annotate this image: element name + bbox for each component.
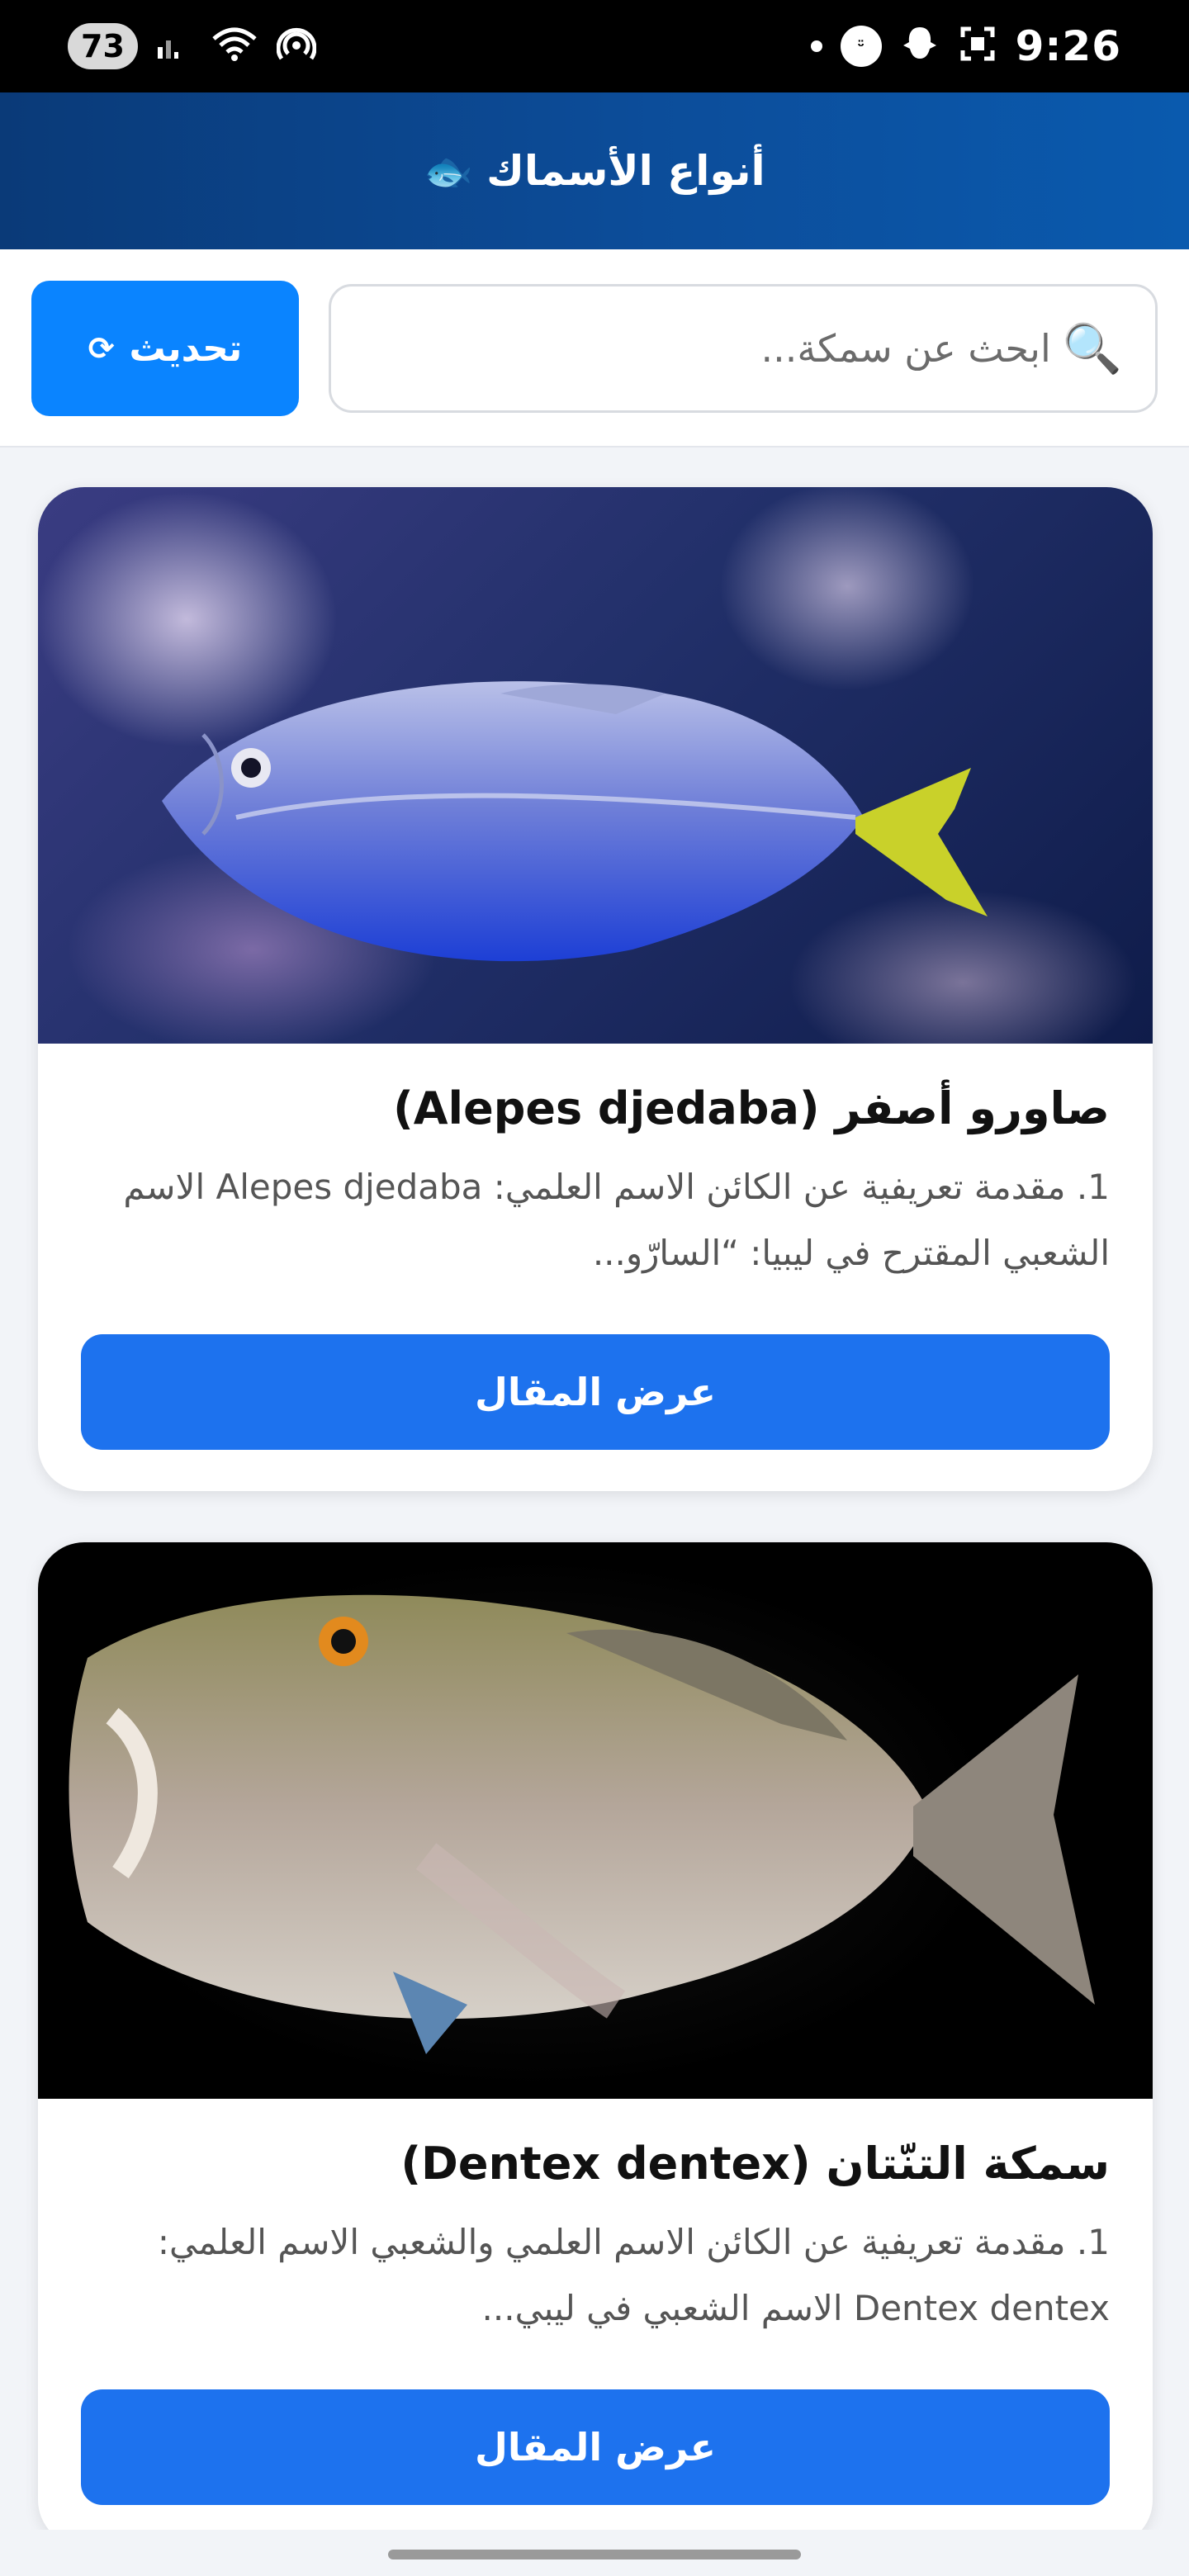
card-title: سمكة التنّتان (Dentex dentex)	[400, 2138, 1110, 2190]
page-title: أنواع الأسماك	[486, 147, 765, 195]
search-box[interactable]: 🔍	[329, 284, 1158, 413]
status-bar-left: 73	[68, 23, 317, 69]
home-gesture-handle[interactable]	[388, 2550, 801, 2559]
blue-yellowtail-fish-illustration	[162, 681, 988, 962]
dentex-fish-illustration	[69, 1594, 1095, 2054]
refresh-label: تحديث	[129, 327, 243, 370]
gesture-nav-bar	[0, 2530, 1189, 2576]
notification-dot	[810, 40, 822, 52]
snapchat-icon	[900, 24, 940, 69]
search-icon: 🔍	[1062, 320, 1122, 376]
card-excerpt: 1. مقدمة تعريفية عن الكائن الاسم العلمي:…	[123, 1167, 1110, 1273]
app-badge-icon: ᵕ̈	[840, 26, 882, 67]
search-toolbar: تحديث ⟳ 🔍	[0, 249, 1189, 447]
card-body: سمكة التنّتان (Dentex dentex) 1. مقدمة ت…	[38, 2099, 1153, 2342]
wifi-icon	[211, 26, 258, 68]
app-header: أنواع الأسماك 🐟	[0, 92, 1189, 249]
battery-indicator: 73	[68, 23, 138, 69]
fish-image	[38, 1542, 1153, 2099]
fish-card: صاورو أصفر (Alepes djedaba) 1. مقدمة تعر…	[38, 487, 1153, 1491]
clock: 9:26	[1015, 22, 1121, 70]
fish-card: سمكة التنّتان (Dentex dentex) 1. مقدمة ت…	[38, 1542, 1153, 2546]
signal-icon	[156, 27, 192, 66]
refresh-button[interactable]: تحديث ⟳	[31, 281, 299, 416]
hotspot-icon	[276, 24, 317, 69]
card-body: صاورو أصفر (Alepes djedaba) 1. مقدمة تعر…	[38, 1044, 1153, 1286]
status-bar-right: ᵕ̈ 9:26	[810, 22, 1121, 70]
fish-image	[38, 487, 1153, 1044]
view-article-button[interactable]: عرض المقال	[81, 2389, 1110, 2505]
app-screen: 73 ᵕ̈ 9:26 أنواع الأسماك 🐟 تحديث ⟳ 🔍 ابح…	[0, 0, 1189, 2576]
fish-icon: 🐟	[424, 148, 474, 195]
search-input[interactable]	[364, 326, 1051, 371]
status-bar: 73 ᵕ̈ 9:26	[0, 0, 1189, 92]
card-excerpt: 1. مقدمة تعريفية عن الكائن الاسم العلمي …	[157, 2222, 1110, 2328]
card-title: صاورو أصفر (Alepes djedaba)	[393, 1082, 1110, 1134]
screenshot-icon	[958, 24, 997, 69]
refresh-icon: ⟳	[88, 330, 115, 367]
view-article-button[interactable]: عرض المقال	[81, 1334, 1110, 1450]
